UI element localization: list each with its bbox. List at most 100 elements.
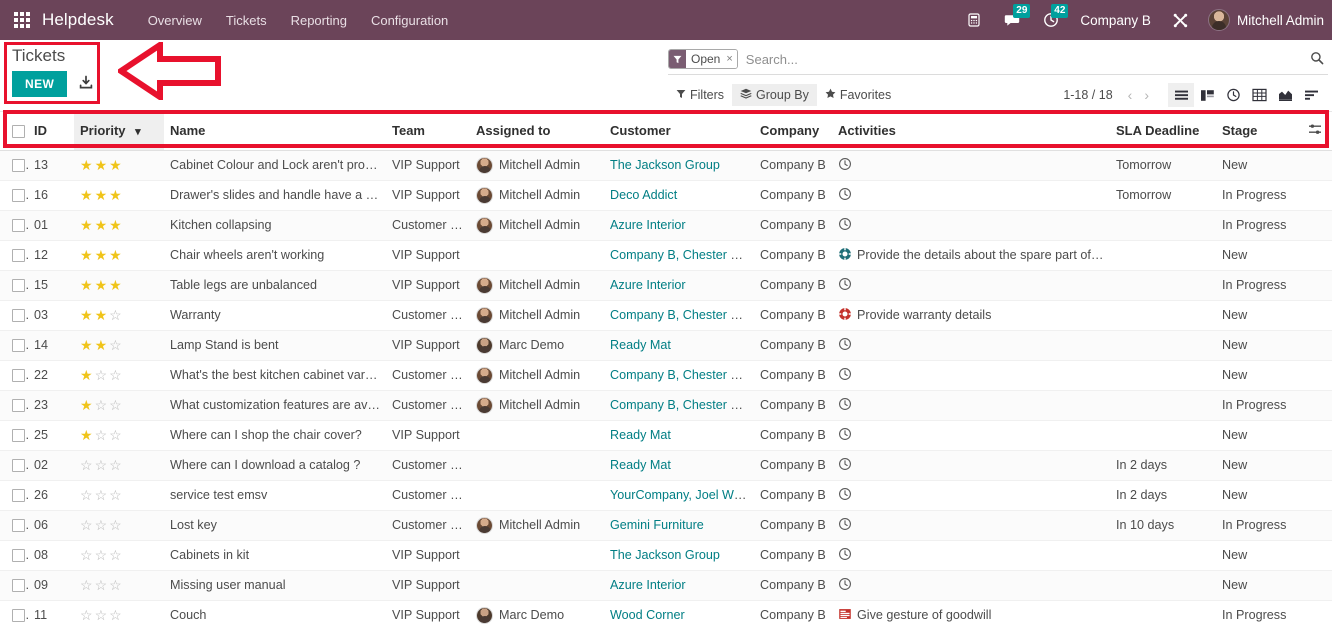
- customer-link[interactable]: Company B, Chester Reed: [610, 248, 754, 262]
- cell-priority[interactable]: ★☆☆: [74, 360, 164, 391]
- kanban-icon[interactable]: [1194, 83, 1220, 107]
- activity-clock-icon[interactable]: [838, 487, 852, 504]
- priority-stars[interactable]: ☆☆☆: [80, 607, 124, 623]
- priority-stars[interactable]: ★★☆: [80, 337, 124, 353]
- pivot-grid-icon[interactable]: [1246, 83, 1272, 107]
- cell-priority[interactable]: ☆☆☆: [74, 570, 164, 601]
- customer-link[interactable]: YourCompany, Joel Willis: [610, 488, 751, 502]
- cell-priority[interactable]: ☆☆☆: [74, 480, 164, 511]
- table-row[interactable]: 08 ☆☆☆ Cabinets in kit VIP Support The Jacks…: [0, 540, 1332, 571]
- menu-item-overview[interactable]: Overview: [136, 3, 214, 38]
- priority-stars[interactable]: ☆☆☆: [80, 457, 124, 473]
- priority-stars[interactable]: ★★★: [80, 277, 124, 293]
- customer-link[interactable]: Ready Mat: [610, 338, 671, 352]
- table-row[interactable]: 26 ☆☆☆ service test emsv Customer Care YourC…: [0, 480, 1332, 511]
- cell-priority[interactable]: ★★★: [74, 240, 164, 271]
- priority-stars[interactable]: ★★☆: [80, 307, 124, 323]
- row-checkbox[interactable]: [12, 489, 25, 503]
- cell-priority[interactable]: ★☆☆: [74, 390, 164, 421]
- row-checkbox[interactable]: [12, 339, 25, 353]
- row-checkbox[interactable]: [12, 519, 25, 533]
- priority-stars[interactable]: ★★★: [80, 217, 124, 233]
- customer-link[interactable]: Company B, Chester Reed: [610, 308, 754, 322]
- select-all-checkbox[interactable]: [12, 125, 25, 139]
- row-checkbox[interactable]: [12, 279, 25, 293]
- new-button[interactable]: NEW: [12, 71, 68, 97]
- customer-link[interactable]: Ready Mat: [610, 428, 671, 442]
- menu-item-configuration[interactable]: Configuration: [359, 3, 460, 38]
- cell-priority[interactable]: ☆☆☆: [74, 540, 164, 571]
- activities-clock-icon[interactable]: 42: [1032, 4, 1070, 28]
- activity-clock-icon[interactable]: [838, 397, 852, 414]
- row-checkbox[interactable]: [12, 579, 25, 593]
- favorites-dropdown[interactable]: Favorites: [817, 84, 899, 106]
- menu-item-reporting[interactable]: Reporting: [279, 3, 359, 38]
- column-header-team[interactable]: Team: [386, 112, 470, 151]
- search-icon[interactable]: [1304, 51, 1328, 68]
- apps-grid-icon[interactable]: [14, 12, 30, 28]
- activity-clock-icon[interactable]: [838, 547, 852, 564]
- activity-lifering-icon[interactable]: [838, 247, 852, 264]
- activity-clock-icon[interactable]: [838, 337, 852, 354]
- company-switcher[interactable]: Company B: [1070, 13, 1161, 28]
- row-checkbox[interactable]: [12, 459, 25, 473]
- table-row[interactable]: 23 ★☆☆ What customization features are ava…: [0, 390, 1332, 421]
- customer-link[interactable]: The Jackson Group: [610, 548, 720, 562]
- customer-link[interactable]: Deco Addict: [610, 188, 677, 202]
- user-menu[interactable]: Mitchell Admin: [1200, 9, 1324, 31]
- bars-icon[interactable]: [1298, 83, 1324, 107]
- phone-icon[interactable]: [955, 12, 993, 28]
- cell-priority[interactable]: ★★★: [74, 150, 164, 181]
- priority-stars[interactable]: ★☆☆: [80, 427, 124, 443]
- priority-stars[interactable]: ☆☆☆: [80, 577, 124, 593]
- search-facet-open[interactable]: Open ×: [668, 49, 738, 69]
- activity-clock-icon[interactable]: [838, 367, 852, 384]
- table-row[interactable]: 03 ★★☆ Warranty Customer Care Mitchell Admin…: [0, 300, 1332, 331]
- activity-clock-icon[interactable]: [838, 157, 852, 174]
- row-checkbox[interactable]: [12, 189, 25, 203]
- row-checkbox[interactable]: [12, 609, 25, 623]
- column-header-stage[interactable]: Stage: [1216, 112, 1302, 151]
- customer-link[interactable]: Azure Interior: [610, 578, 686, 592]
- activity-lifering-overdue-icon[interactable]: [838, 307, 852, 324]
- activity-clock-icon[interactable]: [838, 457, 852, 474]
- cell-priority[interactable]: ☆☆☆: [74, 450, 164, 481]
- table-row[interactable]: 22 ★☆☆ What's the best kitchen cabinet var…: [0, 360, 1332, 391]
- customer-link[interactable]: The Jackson Group: [610, 158, 720, 172]
- messages-icon[interactable]: 29: [993, 4, 1032, 28]
- table-row[interactable]: 09 ☆☆☆ Missing user manual VIP Support Azure…: [0, 570, 1332, 601]
- column-header-customer[interactable]: Customer: [604, 112, 754, 151]
- table-row[interactable]: 01 ★★★ Kitchen collapsing Customer Care Mitc…: [0, 210, 1332, 241]
- column-options-icon[interactable]: [1302, 112, 1332, 151]
- cell-priority[interactable]: ★☆☆: [74, 420, 164, 451]
- tools-icon[interactable]: [1161, 12, 1200, 29]
- table-row[interactable]: 13 ★★★ Cabinet Colour and Lock aren't prop…: [0, 150, 1332, 181]
- priority-stars[interactable]: ★★★: [80, 247, 124, 263]
- row-checkbox[interactable]: [12, 249, 25, 263]
- row-checkbox[interactable]: [12, 159, 25, 173]
- groupby-dropdown[interactable]: Group By: [732, 84, 817, 106]
- priority-stars[interactable]: ★★★: [80, 157, 124, 173]
- app-brand-helpdesk[interactable]: Helpdesk: [42, 10, 114, 30]
- table-row[interactable]: 12 ★★★ Chair wheels aren't working VIP Supp…: [0, 240, 1332, 271]
- facet-remove-icon[interactable]: ×: [724, 50, 737, 68]
- table-row[interactable]: 25 ★☆☆ Where can I shop the chair cover? VI…: [0, 420, 1332, 451]
- activity-clock-icon[interactable]: [838, 427, 852, 444]
- area-chart-icon[interactable]: [1272, 83, 1298, 107]
- import-download-icon[interactable]: [71, 71, 101, 97]
- table-row[interactable]: 02 ☆☆☆ Where can I download a catalog ? Cus…: [0, 450, 1332, 481]
- column-header-sla-deadline[interactable]: SLA Deadline: [1110, 112, 1216, 151]
- column-header-priority[interactable]: Priority ▾: [74, 112, 164, 151]
- priority-stars[interactable]: ☆☆☆: [80, 547, 124, 563]
- customer-link[interactable]: Azure Interior: [610, 278, 686, 292]
- customer-link[interactable]: Ready Mat: [610, 458, 671, 472]
- cell-priority[interactable]: ★★★: [74, 180, 164, 211]
- column-header-company[interactable]: Company: [754, 112, 832, 151]
- row-checkbox[interactable]: [12, 369, 25, 383]
- row-checkbox[interactable]: [12, 309, 25, 323]
- table-row[interactable]: 16 ★★★ Drawer's slides and handle have a d…: [0, 180, 1332, 211]
- activity-clock-icon[interactable]: [838, 277, 852, 294]
- customer-link[interactable]: Company B, Chester Reed: [610, 398, 754, 412]
- customer-link[interactable]: Azure Interior: [610, 218, 686, 232]
- column-header-id[interactable]: ID: [28, 112, 74, 151]
